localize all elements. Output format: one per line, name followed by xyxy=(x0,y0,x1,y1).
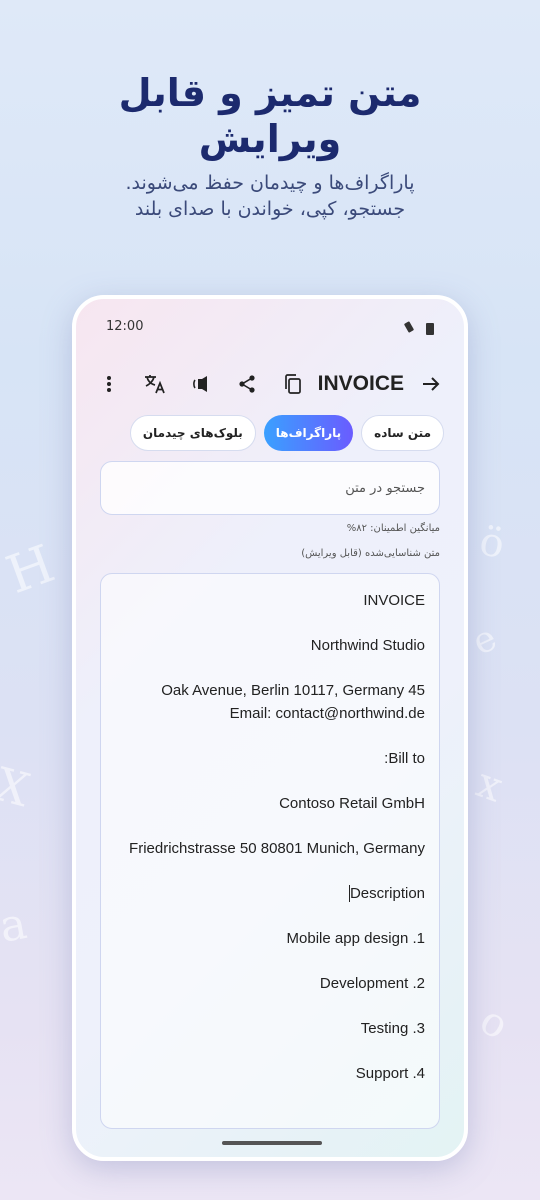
text-paragraph: 1. Mobile app design xyxy=(286,929,425,947)
text-paragraph: Contoso Retail GmbH xyxy=(279,794,425,812)
recognized-text-label: متن شناسایی‌شده (قابل ویرایش) xyxy=(301,548,440,559)
view-mode-tabs: متن ساده پاراگراف‌ها بلوک‌های چیدمان xyxy=(129,415,444,451)
background-decoration: a xyxy=(0,898,31,953)
text-paragraph: Description xyxy=(349,884,425,902)
copy-icon[interactable] xyxy=(280,371,306,397)
back-arrow-icon[interactable] xyxy=(418,371,444,397)
page-title: INVOICE xyxy=(317,372,404,395)
text-paragraph: 4. Support xyxy=(355,1064,425,1082)
text-paragraph: INVOICE xyxy=(363,592,425,609)
hero-subtitle-line1: پاراگراف‌ها و چیدمان حفظ می‌شوند. xyxy=(125,172,415,194)
background-decoration: x xyxy=(470,757,510,812)
text-paragraph: Oak Avenue, Berlin 10117, Germany 45 Ema… xyxy=(161,682,425,722)
background-decoration: ö xyxy=(476,518,508,568)
text-paragraph: Friedrichstrasse 50 80801 Munich, German… xyxy=(129,839,425,857)
recognized-text-editor[interactable]: INVOICE Northwind Studio Oak Avenue, Ber… xyxy=(100,573,440,1129)
tab-layout-blocks[interactable]: بلوک‌های چیدمان xyxy=(129,415,256,451)
hero-subtitle-line2: جستجو، کپی، خواندن با صدای بلند xyxy=(134,198,406,220)
vibrate-icon xyxy=(402,321,416,336)
battery-icon xyxy=(426,322,434,335)
status-time: 12:00 xyxy=(106,319,144,334)
background-decoration: X xyxy=(0,756,36,818)
toolbar: INVOICE xyxy=(96,367,444,401)
hero-title-line1: متن تمیز و قابل xyxy=(118,71,422,115)
background-decoration: H xyxy=(0,534,63,606)
hero-title-line2: ویرایش xyxy=(198,117,342,161)
status-bar: 12:00 xyxy=(106,319,434,339)
text-paragraph: Bill to: xyxy=(384,749,425,767)
text-paragraph: 2. Development xyxy=(319,974,425,992)
background-decoration: o xyxy=(472,997,516,1049)
confidence-label: میانگین اطمینان: ۸۲% xyxy=(346,523,440,534)
text-paragraph-with-caret: Description xyxy=(115,883,425,906)
tab-paragraphs[interactable]: پاراگراف‌ها xyxy=(263,415,354,451)
search-box xyxy=(100,461,440,515)
text-paragraph: Northwind Studio xyxy=(310,637,425,654)
home-indicator[interactable] xyxy=(222,1141,322,1145)
speaker-icon[interactable] xyxy=(188,371,214,397)
translate-icon[interactable] xyxy=(142,371,168,397)
search-input[interactable] xyxy=(101,462,439,514)
hero-title: متن تمیز و قابل ویرایش xyxy=(0,70,540,162)
background-decoration: e xyxy=(466,617,503,664)
more-vert-icon[interactable] xyxy=(96,371,122,397)
tab-plain-text[interactable]: متن ساده xyxy=(361,415,444,451)
text-paragraph: 3. Testing xyxy=(360,1019,425,1037)
phone-frame: 12:00 INVOICE xyxy=(72,295,468,1161)
share-icon[interactable] xyxy=(234,371,260,397)
hero-subtitle: پاراگراف‌ها و چیدمان حفظ می‌شوند. جستجو،… xyxy=(0,170,540,222)
